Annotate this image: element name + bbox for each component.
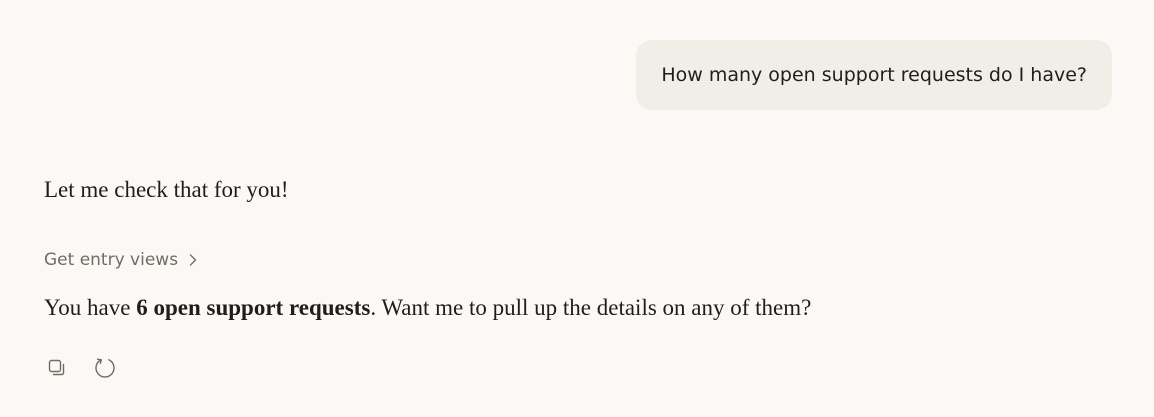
conversation: How many open support requests do I have… bbox=[0, 0, 1154, 417]
user-message-bubble: How many open support requests do I have… bbox=[636, 40, 1112, 110]
message-actions bbox=[44, 355, 118, 381]
answer-emphasis: 6 open support requests bbox=[136, 295, 371, 320]
copy-button[interactable] bbox=[44, 355, 70, 381]
chevron-right-icon bbox=[186, 253, 200, 267]
retry-icon bbox=[93, 356, 117, 380]
user-message-text: How many open support requests do I have… bbox=[661, 64, 1087, 86]
retry-button[interactable] bbox=[92, 355, 118, 381]
assistant-intro-text: Let me check that for you! bbox=[44, 177, 289, 202]
answer-suffix: . Want me to pull up the details on any … bbox=[370, 295, 812, 320]
assistant-answer-text: You have 6 open support requests. Want m… bbox=[44, 293, 811, 323]
answer-prefix: You have bbox=[44, 295, 137, 320]
tool-call-get-entry-views[interactable]: Get entry views bbox=[44, 246, 200, 274]
tool-call-label: Get entry views bbox=[44, 250, 179, 270]
copy-icon bbox=[47, 358, 67, 378]
